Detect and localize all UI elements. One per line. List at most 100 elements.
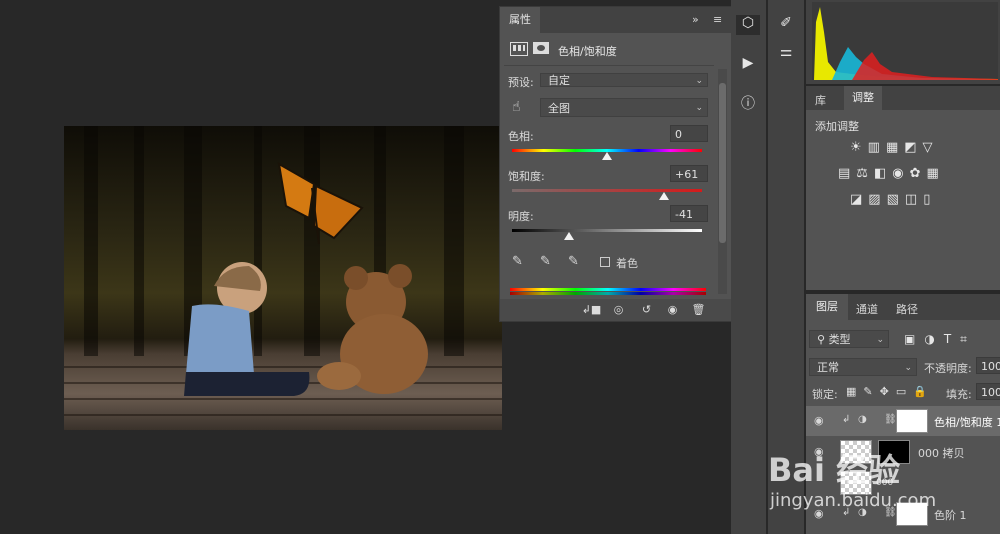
adjust-icons-row-1: ☀▥▦◩▽ (850, 140, 939, 155)
chevron-down-icon: ⌄ (695, 76, 703, 86)
lock-label: 锁定: (812, 388, 838, 401)
photo-filter-icon[interactable]: ◉ (892, 166, 909, 181)
properties-header: 属性 » ≡ (500, 7, 733, 33)
histogram-panel (806, 0, 1000, 84)
play-icon[interactable]: ▶ (736, 55, 760, 71)
threshold-icon[interactable]: ▧ (887, 192, 905, 207)
3d-cube-icon[interactable]: ⬡ (736, 15, 760, 35)
exposure-icon[interactable]: ◩ (904, 140, 922, 155)
tab-layers[interactable]: 图层 (806, 294, 848, 320)
canvas-photo[interactable] (64, 126, 502, 430)
lightness-label: 明度: (508, 210, 534, 223)
layer-name[interactable]: 色阶 1 (934, 507, 967, 523)
lightness-slider-track[interactable] (512, 229, 702, 232)
visibility-eye-icon[interactable]: ◉ (814, 414, 824, 427)
opacity-input[interactable]: 100 (976, 357, 1000, 374)
adjustment-filter-icon[interactable]: ◑ (924, 332, 943, 346)
lightness-input[interactable]: -41 (670, 205, 708, 222)
saturation-input[interactable]: +61 (670, 165, 708, 182)
layer-name[interactable]: 000 拷贝 (918, 445, 965, 461)
fill-label: 填充: (946, 388, 972, 401)
kind-filter-dropdown[interactable]: ⚲ 类型 ⌄ (809, 330, 889, 348)
clip-to-layer-icon[interactable]: ↲■ (582, 302, 602, 317)
lock-transparent-icon[interactable]: ▦ (846, 385, 863, 398)
hue-input[interactable]: 0 (670, 125, 708, 142)
panel-menu-icon[interactable]: ≡ (713, 13, 722, 26)
lightness-slider-thumb[interactable] (564, 232, 574, 240)
mask-icon[interactable] (533, 42, 549, 54)
saturation-slider-track[interactable] (512, 189, 702, 192)
lock-artboard-icon[interactable]: ▭ (896, 385, 913, 398)
input-spectrum-bar (510, 288, 706, 291)
chevron-down-icon: ⌄ (695, 103, 703, 113)
adjustment-grid-icon (510, 42, 528, 56)
kind-filter-value: 类型 (828, 333, 851, 346)
saturation-slider-thumb[interactable] (659, 192, 669, 200)
layer-mask-thumb[interactable] (896, 409, 928, 433)
hue-slider-thumb[interactable] (602, 152, 612, 160)
info-icon[interactable]: ⓘ (736, 93, 760, 113)
brightness-icon[interactable]: ☀ (850, 140, 868, 155)
watermark-brand: Bai 经验 (768, 451, 901, 489)
eyedropper-plus-icon[interactable]: ✎ (540, 254, 551, 269)
view-previous-icon[interactable]: ◎ (610, 302, 627, 317)
tab-paths[interactable]: 路径 (896, 301, 918, 317)
preset-dropdown[interactable]: 自定 ⌄ (540, 73, 708, 87)
butterfly-icon (277, 162, 364, 245)
brush-presets-icon[interactable]: ✐ (774, 15, 798, 31)
lock-position-icon[interactable]: ✥ (880, 385, 896, 398)
saturation-label: 饱和度: (508, 170, 545, 183)
trash-icon[interactable]: 🗑 (690, 302, 707, 317)
layer-row[interactable]: ◉ ↲ ◑ ⛓ 色相/饱和度 1 (806, 406, 1000, 436)
color-lookup-icon[interactable]: ▦ (927, 166, 945, 181)
search-icon: ⚲ (817, 333, 829, 346)
output-spectrum-bar (510, 292, 706, 295)
type-filter-icon[interactable]: T (944, 332, 960, 346)
visibility-eye-icon[interactable]: ◉ (664, 302, 681, 317)
channel-mixer-icon[interactable]: ✿ (910, 166, 927, 181)
pixel-filter-icon[interactable]: ▣ (904, 332, 924, 346)
photo-subjects (184, 162, 428, 396)
targeted-adjust-hand-icon[interactable]: ☝ (512, 99, 521, 115)
blend-mode-value: 正常 (817, 361, 839, 374)
invert-icon[interactable]: ◪ (850, 192, 868, 207)
vibrance-icon[interactable]: ▽ (923, 140, 939, 155)
lock-all-icon[interactable]: 🔒 (913, 385, 934, 398)
eyedropper-minus-icon[interactable]: ✎ (568, 254, 579, 269)
tab-library[interactable]: 库 (815, 92, 826, 108)
collapse-icon[interactable]: » (692, 13, 699, 26)
colorize-label: 着色 (616, 257, 638, 270)
tab-channels[interactable]: 通道 (856, 301, 878, 317)
brush-settings-icon[interactable]: ⚌ (774, 44, 798, 60)
adjustment-layer-icon: ◑ (858, 414, 867, 425)
tab-properties[interactable]: 属性 (500, 7, 540, 33)
fill-input[interactable]: 100 (976, 383, 1000, 400)
tab-adjustments[interactable]: 调整 (844, 86, 882, 110)
hue-label: 色相: (508, 130, 534, 143)
shape-filter-icon[interactable]: ⌗ (960, 332, 976, 346)
scrollbar[interactable] (718, 69, 727, 294)
panel-title: 色相/饱和度 (558, 45, 617, 58)
eyedropper-icon[interactable]: ✎ (512, 254, 523, 269)
channel-dropdown[interactable]: 全图 ⌄ (540, 98, 708, 117)
watermark-url: jingyan.baidu.com (770, 490, 937, 511)
colorize-checkbox[interactable] (600, 257, 610, 267)
add-adjustment-label: 添加调整 (815, 120, 859, 133)
layer-name[interactable]: 色相/饱和度 1 (934, 414, 1000, 430)
lock-image-icon[interactable]: ✎ (863, 385, 879, 398)
gradient-map-icon[interactable]: ▯ (923, 192, 936, 207)
reset-icon[interactable]: ↺ (638, 302, 655, 317)
lock-icons: ▦✎✥▭🔒 (846, 385, 934, 398)
levels-icon[interactable]: ▥ (868, 140, 886, 155)
chevron-down-icon: ⌄ (876, 335, 884, 345)
blend-mode-dropdown[interactable]: 正常 ⌄ (809, 358, 917, 376)
posterize-icon[interactable]: ▨ (868, 192, 886, 207)
color-balance-icon[interactable]: ⚖ (856, 166, 874, 181)
curves-icon[interactable]: ▦ (886, 140, 904, 155)
selective-color-icon[interactable]: ◫ (905, 192, 923, 207)
black-white-icon[interactable]: ◧ (874, 166, 892, 181)
hue-saturation-icon[interactable]: ▤ (838, 166, 856, 181)
preset-value: 自定 (548, 74, 570, 87)
adjustments-panel: 库 调整 添加调整 ☀▥▦◩▽ ▤⚖◧◉✿▦ ◪▨▧◫▯ (806, 86, 1000, 290)
properties-panel: 属性 » ≡ 色相/饱和度 预设: 自定 ⌄ ☝ 全图 ⌄ 色相: 0 饱和度:… (499, 6, 734, 322)
